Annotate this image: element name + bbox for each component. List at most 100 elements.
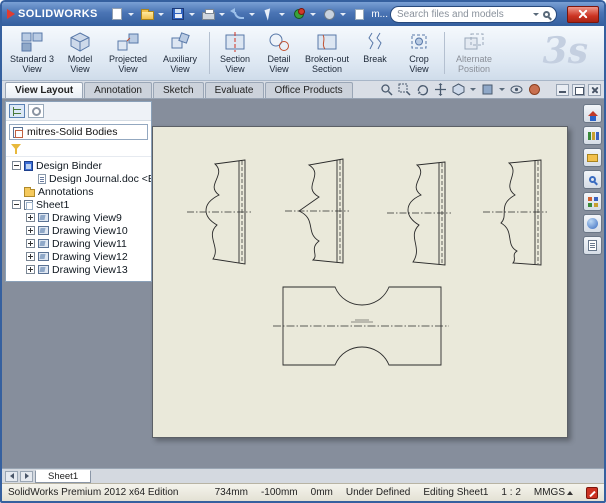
file-explorer-tab[interactable] — [583, 148, 602, 167]
crop-view-icon — [408, 31, 430, 53]
sheet-scale[interactable]: 1 : 2 — [501, 487, 520, 498]
options-dropdown-chevron-icon[interactable] — [340, 13, 346, 16]
section-view-button[interactable]: Section View — [213, 28, 257, 78]
doc-minimize-icon[interactable] — [556, 84, 569, 96]
cursor-y: -100mm — [261, 487, 298, 498]
model-view-button[interactable]: Model View — [58, 28, 102, 78]
sheet-tab-sheet1[interactable]: Sheet1 — [35, 470, 91, 483]
tab-view-layout[interactable]: View Layout — [5, 82, 83, 98]
zoom-fit-icon[interactable] — [380, 83, 393, 96]
edit-appearance-icon[interactable] — [528, 83, 541, 96]
save-button[interactable] — [170, 6, 185, 23]
search-box[interactable] — [390, 6, 557, 23]
select-dropdown-chevron-icon[interactable] — [279, 13, 285, 16]
tab-evaluate[interactable]: Evaluate — [205, 82, 264, 98]
tree-item-sheet1[interactable]: Sheet1 — [6, 198, 151, 211]
view-palette-tab[interactable] — [583, 192, 602, 211]
pan-icon[interactable] — [434, 83, 447, 96]
rotate-view-icon[interactable] — [416, 83, 429, 96]
zoom-area-icon[interactable] — [398, 83, 411, 96]
rebuild-dropdown-chevron-icon[interactable] — [310, 13, 316, 16]
doc-restore-icon[interactable] — [572, 84, 585, 96]
drawing-view-12[interactable] — [483, 160, 547, 265]
solidworks-resources-tab[interactable] — [583, 104, 602, 123]
save-floppy-icon — [172, 8, 184, 20]
graphics-area[interactable]: mitres-Solid Bodies Design Binder Design… — [2, 99, 604, 468]
property-manager-tab[interactable] — [28, 104, 44, 118]
hide-show-items-icon[interactable] — [510, 83, 523, 96]
alternate-position-button[interactable]: Alternate Position — [448, 28, 500, 78]
expand-icon[interactable] — [26, 239, 35, 248]
open-dropdown-chevron-icon[interactable] — [158, 13, 164, 16]
status-alert-icon[interactable] — [586, 487, 598, 499]
new-dropdown-chevron-icon[interactable] — [128, 13, 134, 16]
units-selector[interactable]: MMGS — [534, 487, 573, 498]
broken-out-section-button[interactable]: Broken-out Section — [301, 28, 353, 78]
open-button[interactable] — [140, 6, 155, 23]
search-input[interactable] — [397, 9, 529, 20]
projected-view-button[interactable]: Projected View — [102, 28, 154, 78]
tree-item-drawing-view11[interactable]: Drawing View11 — [6, 237, 151, 250]
design-library-tab[interactable] — [583, 126, 602, 145]
print-dropdown-chevron-icon[interactable] — [219, 13, 225, 16]
new-document-button[interactable] — [110, 6, 125, 23]
break-button[interactable]: Break — [353, 28, 397, 78]
standard-3-view-button[interactable]: Standard 3 View — [6, 28, 58, 78]
custom-properties-tab[interactable] — [583, 236, 602, 255]
tree-root[interactable]: mitres-Solid Bodies — [9, 124, 148, 140]
expand-icon[interactable] — [26, 265, 35, 274]
sheet-scroll-left-icon[interactable] — [5, 471, 18, 482]
task-pane-tabs — [583, 104, 602, 255]
collapse-icon[interactable] — [12, 161, 21, 170]
collapse-icon[interactable] — [12, 200, 21, 209]
drawing-view-11[interactable] — [387, 162, 451, 265]
undo-button[interactable] — [231, 6, 246, 23]
expand-icon[interactable] — [26, 213, 35, 222]
close-button[interactable] — [567, 6, 599, 23]
detail-view-button[interactable]: Detail View — [257, 28, 301, 78]
undo-dropdown-chevron-icon[interactable] — [249, 13, 255, 16]
view-orientation-chevron-icon[interactable] — [470, 88, 476, 91]
sheet-scroll-right-icon[interactable] — [20, 471, 33, 482]
display-style-chevron-icon[interactable] — [499, 88, 505, 91]
tree-item-drawing-view13[interactable]: Drawing View13 — [6, 263, 151, 276]
tab-office-products[interactable]: Office Products — [265, 82, 353, 98]
tree-item-drawing-view9[interactable]: Drawing View9 — [6, 211, 151, 224]
document-title-truncated: m... — [371, 9, 388, 20]
cursor-x: 734mm — [215, 487, 248, 498]
doc-close-icon[interactable] — [588, 84, 601, 96]
crop-view-button[interactable]: Crop View — [397, 28, 441, 78]
auxiliary-view-button[interactable]: Auxiliary View — [154, 28, 206, 78]
property-manager-icon — [32, 107, 41, 116]
options-button[interactable] — [322, 6, 337, 23]
appearances-tab[interactable] — [583, 214, 602, 233]
feature-manager-tab[interactable] — [9, 104, 25, 118]
drawing-view-13[interactable] — [273, 287, 449, 365]
search-icon[interactable] — [543, 11, 550, 18]
annotations-folder-icon — [24, 189, 35, 197]
tab-sketch[interactable]: Sketch — [153, 82, 204, 98]
drawing-view-9[interactable] — [187, 160, 251, 264]
expand-icon[interactable] — [26, 226, 35, 235]
tree-item-drawing-view12[interactable]: Drawing View12 — [6, 250, 151, 263]
search-pane-tab[interactable] — [583, 170, 602, 189]
search-dropdown-chevron-icon[interactable] — [533, 13, 539, 16]
tree-item-drawing-view10[interactable]: Drawing View10 — [6, 224, 151, 237]
drawing-view-10[interactable] — [285, 159, 349, 263]
view-orientation-icon[interactable] — [452, 83, 465, 96]
tree-root-label: mitres-Solid Bodies — [27, 126, 117, 138]
tree-item-design-binder[interactable]: Design Binder — [6, 159, 151, 172]
filter-funnel-icon[interactable] — [10, 144, 22, 154]
tree-item-annotations[interactable]: Annotations — [6, 185, 151, 198]
display-style-icon[interactable] — [481, 83, 494, 96]
document-icon — [355, 9, 364, 20]
tree-item-design-journal[interactable]: Design Journal.doc <En — [6, 172, 151, 185]
drawing-sheet[interactable] — [152, 126, 568, 438]
tab-annotation[interactable]: Annotation — [84, 82, 152, 98]
select-button[interactable] — [261, 6, 276, 23]
expand-icon[interactable] — [26, 252, 35, 261]
save-dropdown-chevron-icon[interactable] — [189, 13, 195, 16]
select-pointer-icon — [264, 8, 273, 20]
rebuild-button[interactable] — [291, 6, 306, 23]
print-button[interactable] — [201, 6, 216, 23]
